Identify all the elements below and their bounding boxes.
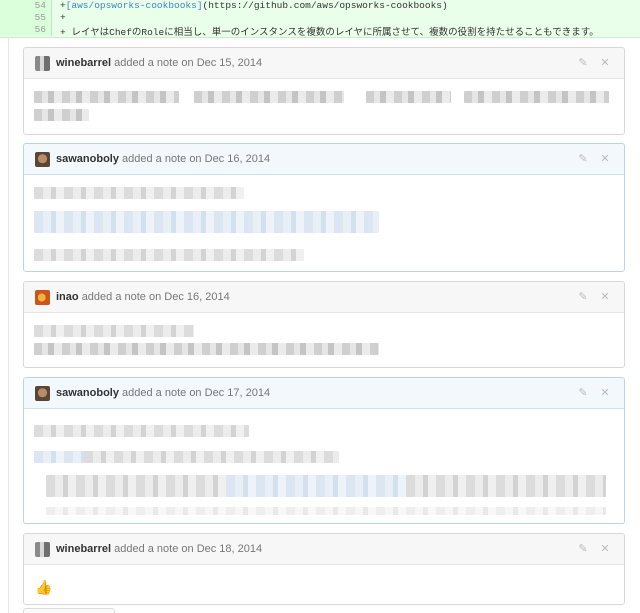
- note-date[interactable]: Dec 15, 2014: [197, 57, 262, 69]
- author-link[interactable]: winebarrel: [56, 543, 111, 555]
- note-comment: sawanoboly added a note on Dec 16, 2014 …: [23, 143, 625, 272]
- diff-code: + レイヤはChefのRoleに相当し、単一のインスタンスを複数のレイヤに所属さ…: [60, 27, 599, 38]
- pencil-icon[interactable]: ✎: [576, 56, 590, 70]
- avatar[interactable]: [35, 152, 50, 167]
- note-date[interactable]: Dec 16, 2014: [164, 291, 229, 303]
- thumbs-up-icon: 👍: [35, 579, 53, 595]
- note-comment: sawanoboly added a note on Dec 17, 2014 …: [23, 377, 625, 524]
- note-header: inao added a note on Dec 16, 2014 ✎ ✕: [24, 282, 624, 313]
- author-link[interactable]: inao: [56, 291, 79, 303]
- avatar[interactable]: [35, 542, 50, 557]
- note-meta: sawanoboly added a note on Dec 17, 2014: [56, 387, 271, 399]
- note-comment: winebarrel added a note on Dec 18, 2014 …: [23, 533, 625, 605]
- note-header: winebarrel added a note on Dec 18, 2014 …: [24, 534, 624, 565]
- note-header: winebarrel added a note on Dec 15, 2014 …: [24, 48, 624, 79]
- note-header: sawanoboly added a note on Dec 17, 2014 …: [24, 378, 624, 409]
- pencil-icon[interactable]: ✎: [576, 386, 590, 400]
- timeline-rail: [8, 38, 9, 613]
- close-icon[interactable]: ✕: [598, 386, 612, 400]
- diff-line-56: 56 + レイヤはChefのRoleに相当し、単一のインスタンスを複数のレイヤに…: [0, 24, 640, 38]
- avatar[interactable]: [35, 386, 50, 401]
- pencil-icon[interactable]: ✎: [576, 542, 590, 556]
- line-number[interactable]: 54: [14, 0, 46, 11]
- diff-line-55: 55 +: [0, 12, 640, 24]
- avatar[interactable]: [35, 56, 50, 71]
- note-comment: inao added a note on Dec 16, 2014 ✎ ✕: [23, 281, 625, 368]
- next-panel-stub: [23, 608, 115, 613]
- author-link[interactable]: sawanoboly: [56, 387, 119, 399]
- note-meta: winebarrel added a note on Dec 18, 2014: [56, 543, 263, 555]
- pencil-icon[interactable]: ✎: [576, 152, 590, 166]
- close-icon[interactable]: ✕: [598, 152, 612, 166]
- pencil-icon[interactable]: ✎: [576, 290, 590, 304]
- note-date[interactable]: Dec 18, 2014: [197, 543, 262, 555]
- note-meta: inao added a note on Dec 16, 2014: [56, 291, 230, 303]
- note-header: sawanoboly added a note on Dec 16, 2014 …: [24, 144, 624, 175]
- author-link[interactable]: winebarrel: [56, 57, 111, 69]
- note-comment: winebarrel added a note on Dec 15, 2014 …: [23, 47, 625, 135]
- line-number[interactable]: 55: [14, 12, 46, 23]
- diff-context: 54 +[aws/opsworks-cookbooks](https://git…: [0, 0, 640, 38]
- note-meta: winebarrel added a note on Dec 15, 2014: [56, 57, 263, 69]
- diff-code: +[aws/opsworks-cookbooks](https://github…: [60, 0, 448, 11]
- note-date[interactable]: Dec 16, 2014: [205, 153, 270, 165]
- line-number[interactable]: 56: [14, 24, 46, 35]
- avatar[interactable]: [35, 290, 50, 305]
- diff-line-54: 54 +[aws/opsworks-cookbooks](https://git…: [0, 0, 640, 12]
- close-icon[interactable]: ✕: [598, 56, 612, 70]
- close-icon[interactable]: ✕: [598, 290, 612, 304]
- diff-code: +: [60, 12, 66, 23]
- note-date[interactable]: Dec 17, 2014: [205, 387, 270, 399]
- note-meta: sawanoboly added a note on Dec 16, 2014: [56, 153, 271, 165]
- close-icon[interactable]: ✕: [598, 542, 612, 556]
- diff-link[interactable]: [aws/opsworks-cookbooks]: [66, 0, 203, 11]
- author-link[interactable]: sawanoboly: [56, 153, 119, 165]
